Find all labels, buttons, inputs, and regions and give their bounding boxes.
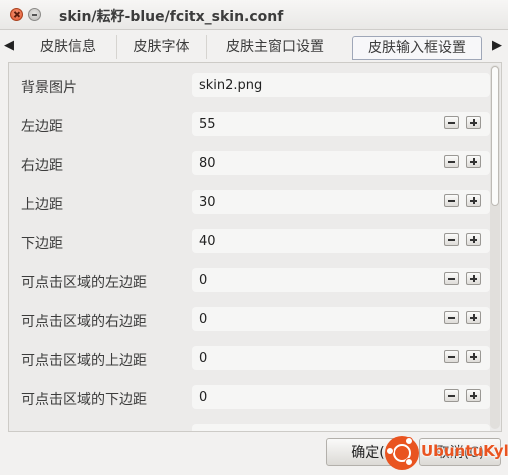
- setting-value: 40: [199, 234, 216, 249]
- setting-label: 下边距: [21, 236, 63, 252]
- increment-button[interactable]: [466, 389, 481, 402]
- setting-row-partial: [9, 416, 490, 431]
- setting-label: 右边距: [21, 158, 63, 174]
- increment-button[interactable]: [466, 155, 481, 168]
- setting-row-bottom-margin: 下边距 40: [9, 221, 490, 260]
- setting-label: 左边距: [21, 119, 63, 135]
- tab-bar: ◀ 皮肤信息 皮肤字体 皮肤主窗口设置 皮肤输入框设置 ▶: [0, 32, 508, 62]
- increment-button[interactable]: [466, 311, 481, 324]
- setting-row-top-margin: 上边距 30: [9, 182, 490, 221]
- setting-value: 0: [199, 351, 208, 366]
- setting-value: 30: [199, 195, 216, 210]
- decrement-button[interactable]: [444, 116, 459, 129]
- tab-scroll-left-icon[interactable]: ◀: [2, 38, 16, 53]
- setting-row-left-margin: 左边距 55: [9, 104, 490, 143]
- decrement-button[interactable]: [444, 194, 459, 207]
- increment-button[interactable]: [466, 194, 481, 207]
- setting-label: 可点击区域的上边距: [21, 353, 147, 369]
- setting-row-click-top-margin: 可点击区域的上边距 0: [9, 338, 490, 377]
- tab-skin-info[interactable]: 皮肤信息: [20, 35, 117, 59]
- setting-row-click-bottom-margin: 可点击区域的下边距 0: [9, 377, 490, 416]
- increment-button[interactable]: [466, 272, 481, 285]
- setting-label: 可点击区域的左边距: [21, 275, 147, 291]
- tab-skin-main-window[interactable]: 皮肤主窗口设置: [207, 35, 343, 59]
- settings-panel: 背景图片 skin2.png 左边距 55 右边距 80 上边距 30 下边距 …: [8, 62, 502, 432]
- setting-value: skin2.png: [199, 78, 263, 93]
- tab-skin-input-box[interactable]: 皮肤输入框设置: [352, 36, 482, 60]
- decrement-button[interactable]: [444, 311, 459, 324]
- ubuntukylin-watermark: UbuntuKylin: [381, 432, 508, 475]
- scrollbar-thumb[interactable]: [491, 66, 499, 206]
- increment-button[interactable]: [466, 350, 481, 363]
- setting-value: 0: [199, 390, 208, 405]
- setting-row-click-left-margin: 可点击区域的左边距 0: [9, 260, 490, 299]
- close-window-button[interactable]: [10, 8, 23, 21]
- setting-row-right-margin: 右边距 80: [9, 143, 490, 182]
- watermark-text: UbuntuKylin: [421, 442, 508, 460]
- setting-value: 0: [199, 312, 208, 327]
- decrement-button[interactable]: [444, 272, 459, 285]
- window-title: skin/耘籽-blue/fcitx_skin.conf: [59, 9, 284, 25]
- setting-label: 可点击区域的右边距: [21, 314, 147, 330]
- setting-value: 55: [199, 117, 216, 132]
- setting-row-background-image: 背景图片 skin2.png: [9, 65, 490, 104]
- setting-value: 80: [199, 156, 216, 171]
- minimize-window-button[interactable]: [28, 8, 41, 21]
- tab-scroll-right-icon[interactable]: ▶: [490, 38, 504, 53]
- decrement-button[interactable]: [444, 155, 459, 168]
- setting-row-click-right-margin: 可点击区域的右边距 0: [9, 299, 490, 338]
- decrement-button[interactable]: [444, 389, 459, 402]
- setting-label: 可点击区域的下边距: [21, 392, 147, 408]
- increment-button[interactable]: [466, 116, 481, 129]
- ubuntu-logo-icon: [385, 436, 419, 470]
- decrement-button[interactable]: [444, 233, 459, 246]
- increment-button[interactable]: [466, 233, 481, 246]
- setting-label: 背景图片: [21, 80, 77, 96]
- title-bar: skin/耘籽-blue/fcitx_skin.conf: [0, 0, 508, 30]
- decrement-button[interactable]: [444, 350, 459, 363]
- tab-skin-font[interactable]: 皮肤字体: [117, 35, 207, 59]
- partial-field[interactable]: [192, 424, 490, 431]
- setting-value: 0: [199, 273, 208, 288]
- setting-label: 上边距: [21, 197, 63, 213]
